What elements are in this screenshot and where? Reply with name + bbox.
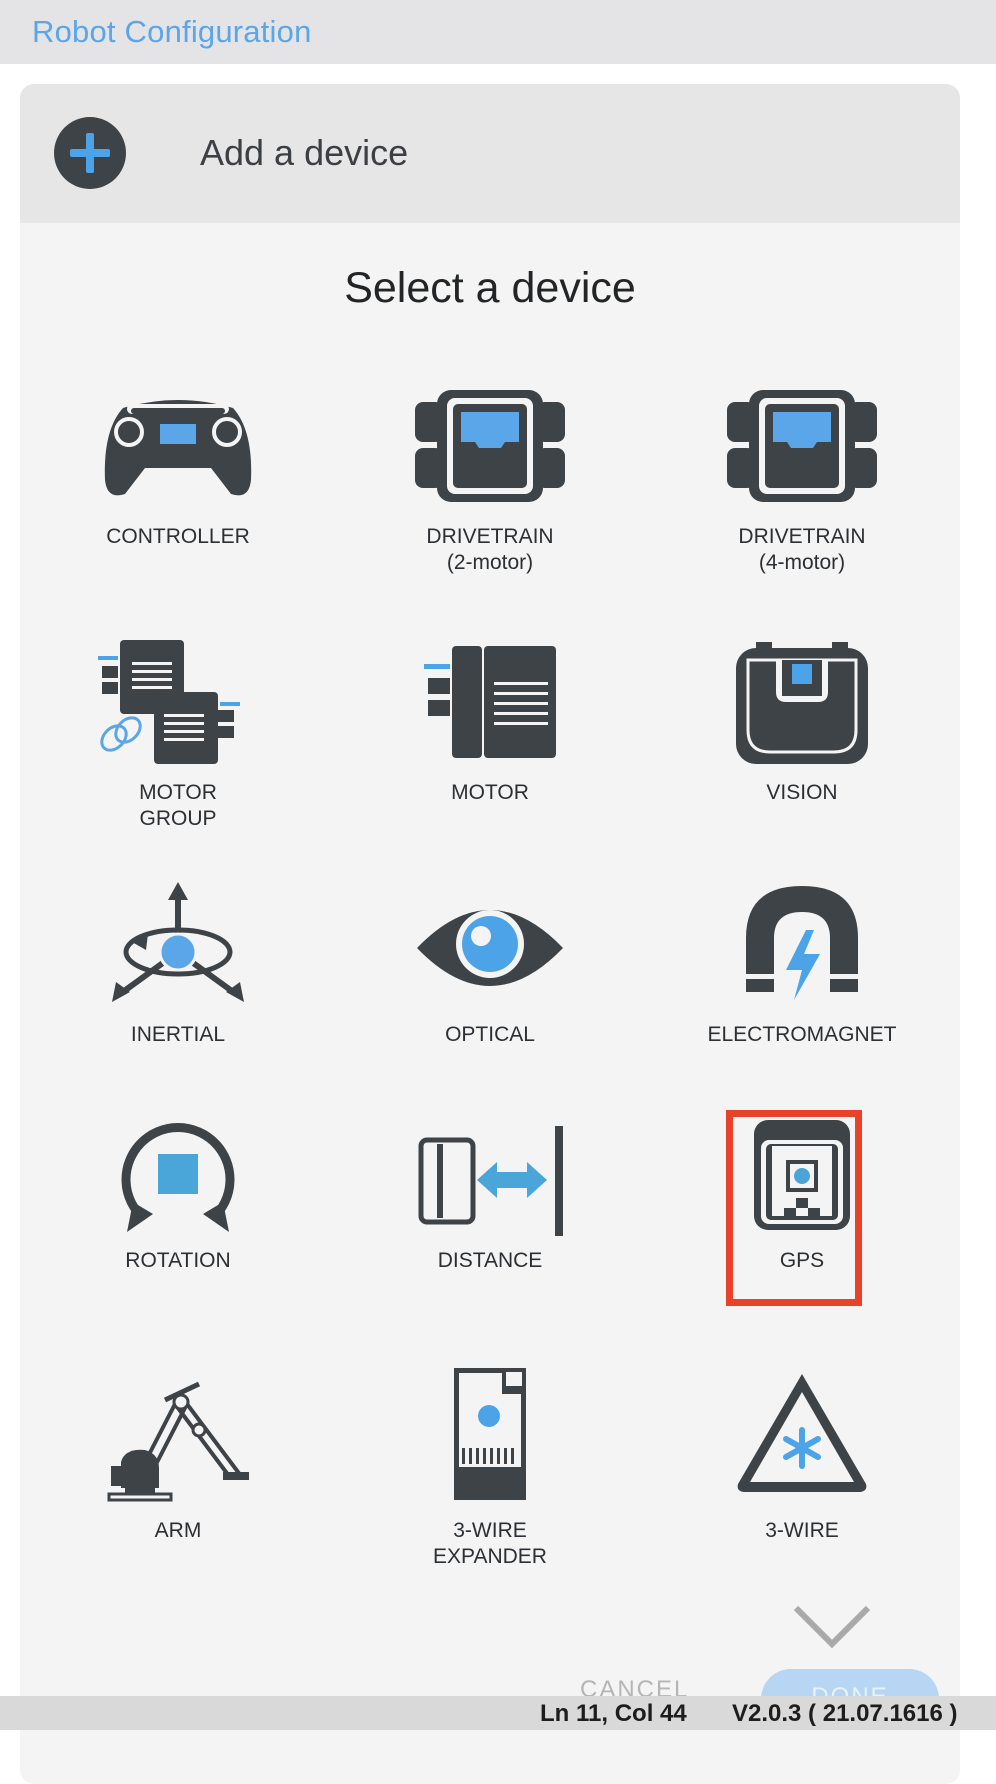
device-label-sub: (2-motor) [446, 551, 534, 574]
drivetrain-icon [415, 390, 565, 502]
device-label: 3-WIRE [765, 1519, 839, 1542]
device-label: ELECTROMAGNET [707, 1023, 897, 1046]
device-label: ARM [154, 1519, 202, 1542]
device-label: INERTIAL [130, 1023, 226, 1046]
device-tile-inertial[interactable]: INERTIAL [58, 882, 298, 1092]
three-wire-icon [737, 1374, 867, 1492]
magnet-icon [746, 886, 858, 1000]
robot-arm-icon [107, 1381, 249, 1502]
device-tile-vision[interactable]: VISION [682, 636, 922, 846]
device-label: VISION [766, 781, 838, 804]
device-label: DRIVETRAIN [426, 525, 554, 548]
vision-icon [736, 642, 868, 764]
chevron-down-icon[interactable] [792, 1604, 872, 1650]
drivetrain-icon [727, 390, 877, 502]
device-tile-rotation[interactable]: ROTATION [58, 1118, 298, 1328]
device-tile-distance[interactable]: DISTANCE [370, 1118, 610, 1328]
device-label-sub: GROUP [139, 807, 217, 830]
device-tile-arm[interactable]: ARM [58, 1364, 298, 1574]
device-tile-controller[interactable]: CONTROLLER [58, 390, 298, 600]
add-device-label: Add a device [200, 132, 409, 173]
device-label: CONTROLLER [106, 525, 250, 548]
select-device-title: Select a device [344, 264, 636, 312]
device-tile-gps[interactable]: GPS [682, 1118, 922, 1328]
device-label: DISTANCE [437, 1249, 543, 1272]
distance-icon [418, 1126, 563, 1236]
status-bar: Ln 11, Col 44 V2.0.3 ( 21.07.1616 ) [0, 1696, 996, 1730]
app-version: V2.0.3 ( 21.07.1616 ) [732, 1700, 958, 1727]
device-tile-motor[interactable]: MOTOR [370, 636, 610, 846]
device-tile-motor-group[interactable]: MOTOR GROUP [58, 636, 298, 846]
motor-group-icon [98, 640, 240, 764]
device-label: 3-WIRE [453, 1519, 527, 1542]
device-tile-3-wire-expander[interactable]: 3-WIRE EXPANDER [370, 1364, 610, 1574]
dialog-header: Add a device [20, 84, 960, 223]
cursor-position: Ln 11, Col 44 [540, 1700, 687, 1727]
device-label: MOTOR [139, 781, 217, 804]
plus-icon-vertical [86, 133, 94, 173]
motor-icon [424, 646, 556, 758]
device-tile-drivetrain-2-motor[interactable]: DRIVETRAIN (2-motor) [370, 390, 610, 600]
device-tile-drivetrain-4-motor[interactable]: DRIVETRAIN (4-motor) [682, 390, 922, 600]
device-label: ROTATION [125, 1249, 231, 1272]
window-title: Robot Configuration [32, 14, 312, 49]
title-bar: Robot Configuration [0, 0, 996, 64]
controller-icon [104, 400, 252, 496]
device-tile-electromagnet[interactable]: ELECTROMAGNET [682, 882, 922, 1092]
device-label-sub: EXPANDER [433, 1545, 547, 1568]
device-label: MOTOR [451, 781, 529, 804]
device-label: GPS [779, 1249, 825, 1272]
gps-icon [754, 1120, 850, 1230]
inertial-icon [112, 882, 244, 1002]
device-label: OPTICAL [445, 1023, 535, 1046]
add-device-button[interactable] [54, 117, 126, 189]
device-tile-3-wire[interactable]: 3-WIRE [682, 1364, 922, 1574]
eye-icon [417, 910, 563, 986]
device-label: DRIVETRAIN [738, 525, 866, 548]
rotation-icon [121, 1123, 235, 1232]
device-tile-optical[interactable]: OPTICAL [370, 882, 610, 1092]
expander-icon [454, 1368, 526, 1500]
device-dialog: Add a device Select a device CONTROLLER … [20, 84, 960, 1784]
device-label-sub: (4-motor) [758, 551, 846, 574]
